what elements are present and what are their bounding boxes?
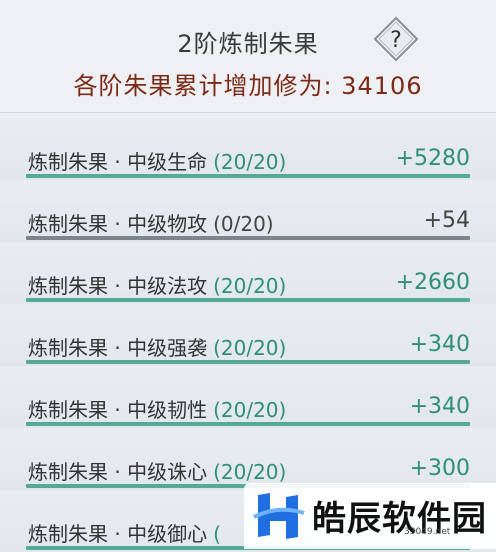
progress-bar bbox=[26, 298, 470, 302]
item-progress: ( bbox=[213, 522, 221, 546]
progress-bar bbox=[26, 422, 470, 426]
list-item: 炼制朱果 · 中级强袭 (20/20) +340 bbox=[0, 304, 496, 367]
item-name-wrap: 炼制朱果 · 中级生命 (20/20) bbox=[28, 146, 286, 175]
item-progress: (20/20) bbox=[213, 150, 287, 174]
progress-bar bbox=[26, 360, 470, 364]
item-name: 炼制朱果 · 中级韧性 bbox=[28, 398, 208, 422]
zhuguo-panel: 2阶炼制朱果 ? 各阶朱果累计增加修为: 34106 炼制朱果 · 中级生命 (2… bbox=[0, 0, 496, 552]
list-item: 炼制朱果 · 中级韧性 (20/20) +340 bbox=[0, 366, 496, 429]
item-name-wrap: 炼制朱果 · 中级韧性 (20/20) bbox=[28, 394, 286, 423]
panel-header: 2阶炼制朱果 ? 各阶朱果累计增加修为: 34106 bbox=[0, 0, 496, 113]
list-item: 炼制朱果 · 中级物攻 (0/20) +54 bbox=[0, 180, 496, 243]
item-name-wrap: 炼制朱果 · 中级御心( bbox=[28, 518, 221, 547]
h-logo-icon bbox=[253, 493, 305, 539]
item-progress: (20/20) bbox=[213, 274, 287, 298]
item-name: 炼制朱果 · 中级生命 bbox=[28, 150, 208, 174]
list-item: 炼制朱果 · 中级法攻 (20/20) +2660 bbox=[0, 242, 496, 305]
watermark-url: 33049.net bbox=[404, 527, 451, 537]
item-name-wrap: 炼制朱果 · 中级强袭 (20/20) bbox=[28, 332, 286, 361]
list-item: 炼制朱果 · 中级诛心 (20/20) +300 bbox=[0, 428, 496, 491]
list-item: 炼制朱果 · 中级生命 (20/20) +5280 bbox=[0, 118, 496, 181]
item-progress: (20/20) bbox=[213, 460, 287, 484]
item-name: 炼制朱果 · 中级物攻 bbox=[28, 212, 208, 236]
site-watermark: 皓辰软件园 33049.net bbox=[244, 483, 496, 549]
item-name-wrap: 炼制朱果 · 中级物攻 (0/20) bbox=[28, 208, 274, 237]
progress-bar bbox=[26, 236, 470, 240]
item-bonus: +5280 bbox=[395, 146, 470, 171]
item-name: 炼制朱果 · 中级强袭 bbox=[28, 336, 208, 360]
help-icon[interactable]: ? bbox=[373, 16, 419, 62]
item-name: 炼制朱果 · 中级御心 bbox=[28, 522, 208, 546]
item-progress: (20/20) bbox=[213, 336, 287, 360]
panel-title: 2阶炼制朱果 bbox=[177, 30, 319, 58]
watermark-text: 皓辰软件园 bbox=[312, 499, 487, 539]
item-name-wrap: 炼制朱果 · 中级法攻 (20/20) bbox=[28, 270, 286, 299]
item-name: 炼制朱果 · 中级法攻 bbox=[28, 274, 208, 298]
item-bonus: +340 bbox=[409, 394, 470, 419]
svg-text:?: ? bbox=[390, 28, 402, 53]
progress-bar bbox=[26, 174, 470, 178]
item-progress: (0/20) bbox=[213, 212, 274, 236]
cumulative-cultivation-summary: 各阶朱果累计增加修为: 34106 bbox=[73, 72, 423, 100]
item-bonus: +300 bbox=[409, 456, 470, 481]
item-progress: (20/20) bbox=[213, 398, 287, 422]
item-name-wrap: 炼制朱果 · 中级诛心 (20/20) bbox=[28, 456, 286, 485]
item-name: 炼制朱果 · 中级诛心 bbox=[28, 460, 208, 484]
item-bonus: +2660 bbox=[395, 270, 470, 295]
item-bonus: +340 bbox=[409, 332, 470, 357]
item-bonus: +54 bbox=[423, 208, 470, 233]
